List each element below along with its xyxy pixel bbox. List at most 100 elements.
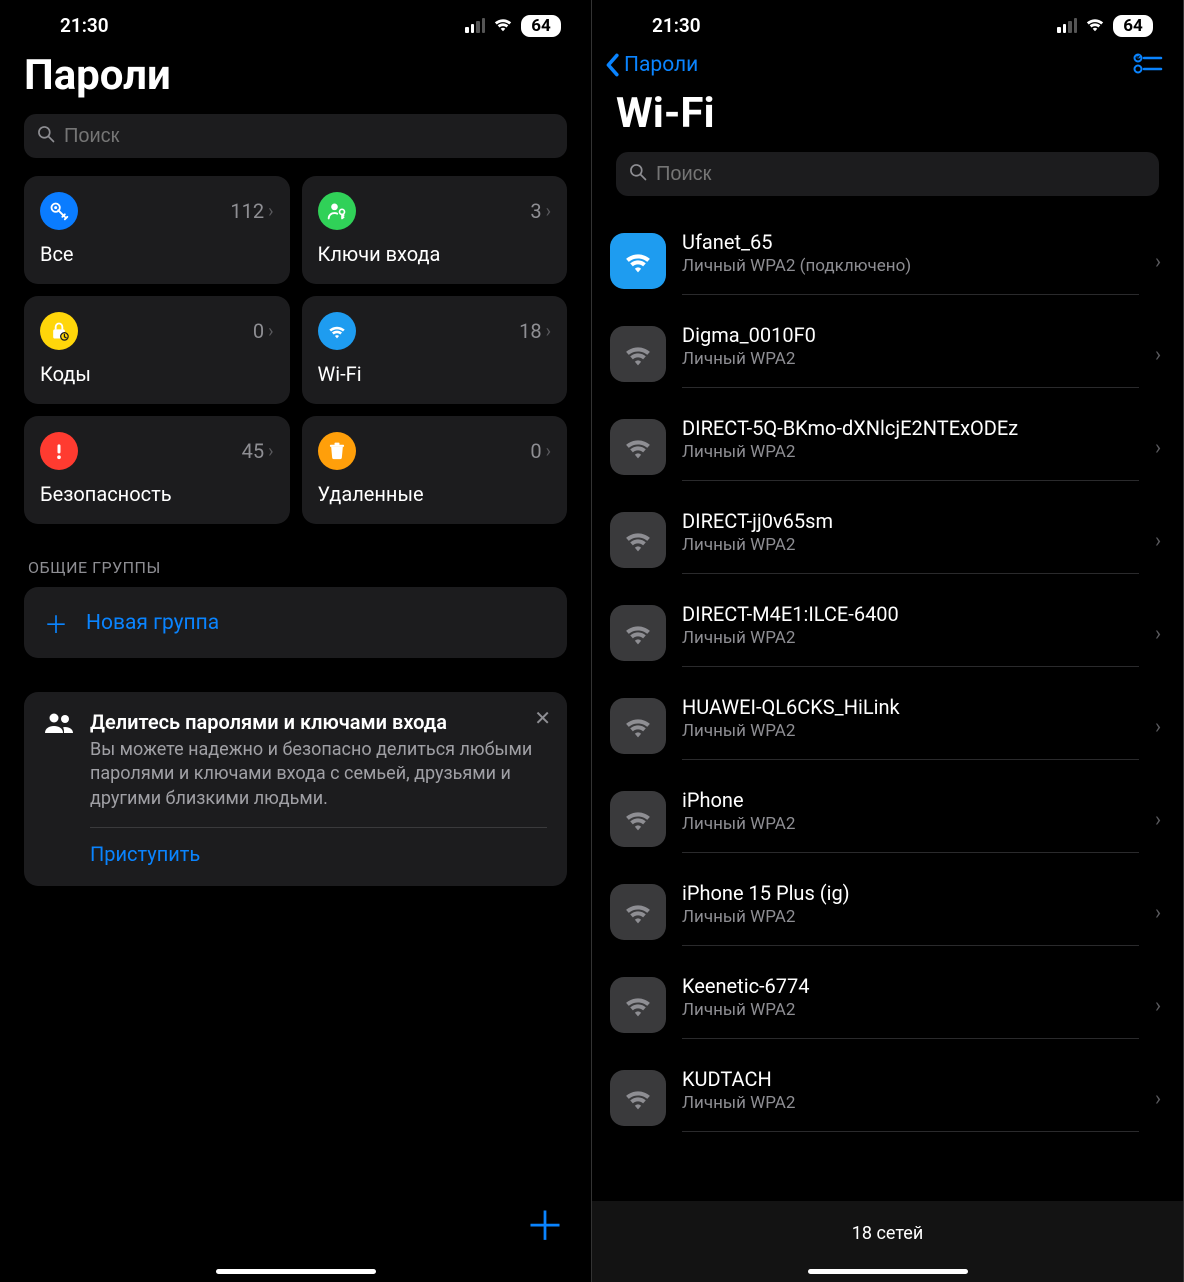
- home-indicator: [808, 1269, 968, 1274]
- wifi-icon: [610, 1070, 666, 1126]
- status-right: 64: [1057, 14, 1153, 37]
- network-subtitle: Личный WPA2: [682, 628, 1139, 648]
- search-input[interactable]: [656, 163, 1147, 186]
- search-bar[interactable]: [616, 152, 1159, 196]
- close-icon[interactable]: ✕: [534, 706, 551, 730]
- search-bar[interactable]: [24, 114, 567, 158]
- chevron-right-icon: ›: [1155, 714, 1161, 738]
- network-subtitle: Личный WPA2: [682, 349, 1139, 369]
- network-row[interactable]: iPhone 15 Plus (ig) Личный WPA2 ›: [610, 865, 1183, 958]
- network-name: DIRECT-5Q-BKmo-dXNlcjE2NTExODEz: [682, 416, 1139, 440]
- chevron-right-icon: ›: [1155, 621, 1161, 645]
- wifi-icon: [610, 977, 666, 1033]
- page-title: Wi-Fi: [592, 85, 1183, 152]
- chevron-right-icon: ›: [1155, 342, 1161, 366]
- card-label: Все: [40, 242, 274, 266]
- network-subtitle: Личный WPA2: [682, 721, 1139, 741]
- category-grid: 112 › Все 3 › Ключи входа 0 › Коды 18 ›: [0, 176, 591, 524]
- chevron-right-icon: ›: [268, 201, 273, 222]
- chevron-left-icon: [604, 53, 620, 77]
- tip-body: Вы можете надежно и безопасно делиться л…: [90, 738, 547, 811]
- network-row[interactable]: DIRECT-5Q-BKmo-dXNlcjE2NTExODEz Личный W…: [610, 400, 1183, 493]
- search-input[interactable]: [64, 125, 555, 148]
- network-name: DIRECT-M4E1:ILCE-6400: [682, 602, 1139, 626]
- sort-button[interactable]: [1133, 52, 1163, 78]
- status-time: 21:30: [60, 14, 109, 37]
- card-label: Wi-Fi: [318, 362, 552, 386]
- cellular-icon: [465, 18, 485, 33]
- network-name: KUDTACH: [682, 1067, 1139, 1091]
- card-count: 45 ›: [242, 439, 274, 463]
- network-subtitle: Личный WPA2: [682, 442, 1139, 462]
- category-card-wi-fi[interactable]: 18 › Wi-Fi: [302, 296, 568, 404]
- lock-icon: [40, 312, 78, 350]
- wifi-icon: [610, 512, 666, 568]
- network-name: iPhone 15 Plus (ig): [682, 881, 1139, 905]
- category-card-безопасность[interactable]: 45 › Безопасность: [24, 416, 290, 524]
- card-count: 18 ›: [519, 319, 551, 343]
- tip-title: Делитесь паролями и ключами входа: [90, 710, 547, 734]
- status-bar: 21:30 64: [592, 0, 1183, 41]
- card-count: 3 ›: [530, 199, 551, 223]
- back-button[interactable]: Пароли: [604, 53, 698, 77]
- network-row[interactable]: HUAWEI-QL6CKS_HiLink Личный WPA2 ›: [610, 679, 1183, 772]
- category-card-все[interactable]: 112 › Все: [24, 176, 290, 284]
- back-label: Пароли: [624, 53, 698, 77]
- chevron-right-icon: ›: [1155, 1086, 1161, 1110]
- network-subtitle: Личный WPA2: [682, 535, 1139, 555]
- network-row[interactable]: Keenetic-6774 Личный WPA2 ›: [610, 958, 1183, 1051]
- people-icon: [44, 712, 74, 866]
- wifi-icon: [610, 233, 666, 289]
- network-name: Keenetic-6774: [682, 974, 1139, 998]
- chevron-right-icon: ›: [1155, 807, 1161, 831]
- groups-header: ОБЩИЕ ГРУППЫ: [0, 524, 591, 587]
- chevron-right-icon: ›: [546, 321, 551, 342]
- chevron-right-icon: ›: [1155, 993, 1161, 1017]
- network-subtitle: Личный WPA2: [682, 814, 1139, 834]
- wifi-icon: [610, 698, 666, 754]
- wifi-icon: [610, 326, 666, 382]
- wifi-icon: [610, 884, 666, 940]
- network-list: Ufanet_65 Личный WPA2 (подключено) › Dig…: [592, 214, 1183, 1144]
- phone-passwords: 21:30 64 Пароли 112 › Все 3 ›: [0, 0, 592, 1282]
- chevron-right-icon: ›: [268, 321, 273, 342]
- network-subtitle: Личный WPA2: [682, 1000, 1139, 1020]
- battery-indicator: 64: [521, 15, 561, 37]
- wifi-icon: [610, 791, 666, 847]
- home-indicator: [216, 1269, 376, 1274]
- network-subtitle: Личный WPA2 (подключено): [682, 256, 1139, 276]
- network-row[interactable]: DIRECT-jj0v65sm Личный WPA2 ›: [610, 493, 1183, 586]
- passkey-icon: [318, 192, 356, 230]
- new-group-button[interactable]: ＋ Новая группа: [24, 587, 567, 658]
- phone-wifi: 21:30 64 Пароли Wi-Fi: [592, 0, 1184, 1282]
- status-time: 21:30: [652, 14, 701, 37]
- card-label: Безопасность: [40, 482, 274, 506]
- network-name: HUAWEI-QL6CKS_HiLink: [682, 695, 1139, 719]
- tip-cta-button[interactable]: Приступить: [90, 842, 547, 866]
- chevron-right-icon: ›: [268, 441, 273, 462]
- network-name: Ufanet_65: [682, 230, 1139, 254]
- network-row[interactable]: DIRECT-M4E1:ILCE-6400 Личный WPA2 ›: [610, 586, 1183, 679]
- network-name: DIRECT-jj0v65sm: [682, 509, 1139, 533]
- alert-icon: [40, 432, 78, 470]
- card-count: 112 ›: [230, 199, 273, 223]
- network-row[interactable]: Ufanet_65 Личный WPA2 (подключено) ›: [610, 214, 1183, 307]
- cellular-icon: [1057, 18, 1077, 33]
- category-card-коды[interactable]: 0 › Коды: [24, 296, 290, 404]
- wifi-icon: [492, 14, 514, 37]
- category-card-ключи-входа[interactable]: 3 › Ключи входа: [302, 176, 568, 284]
- battery-indicator: 64: [1113, 15, 1153, 37]
- trash-icon: [318, 432, 356, 470]
- card-label: Коды: [40, 362, 274, 386]
- wifi-icon: [610, 605, 666, 661]
- network-row[interactable]: Digma_0010F0 Личный WPA2 ›: [610, 307, 1183, 400]
- network-row[interactable]: iPhone Личный WPA2 ›: [610, 772, 1183, 865]
- key-icon: [40, 192, 78, 230]
- chevron-right-icon: ›: [1155, 249, 1161, 273]
- search-icon: [628, 162, 648, 186]
- category-card-удаленные[interactable]: 0 › Удаленные: [302, 416, 568, 524]
- network-row[interactable]: KUDTACH Личный WPA2 ›: [610, 1051, 1183, 1144]
- nav-bar: Пароли: [592, 41, 1183, 85]
- add-button[interactable]: ＋: [525, 1194, 565, 1252]
- card-label: Удаленные: [318, 482, 552, 506]
